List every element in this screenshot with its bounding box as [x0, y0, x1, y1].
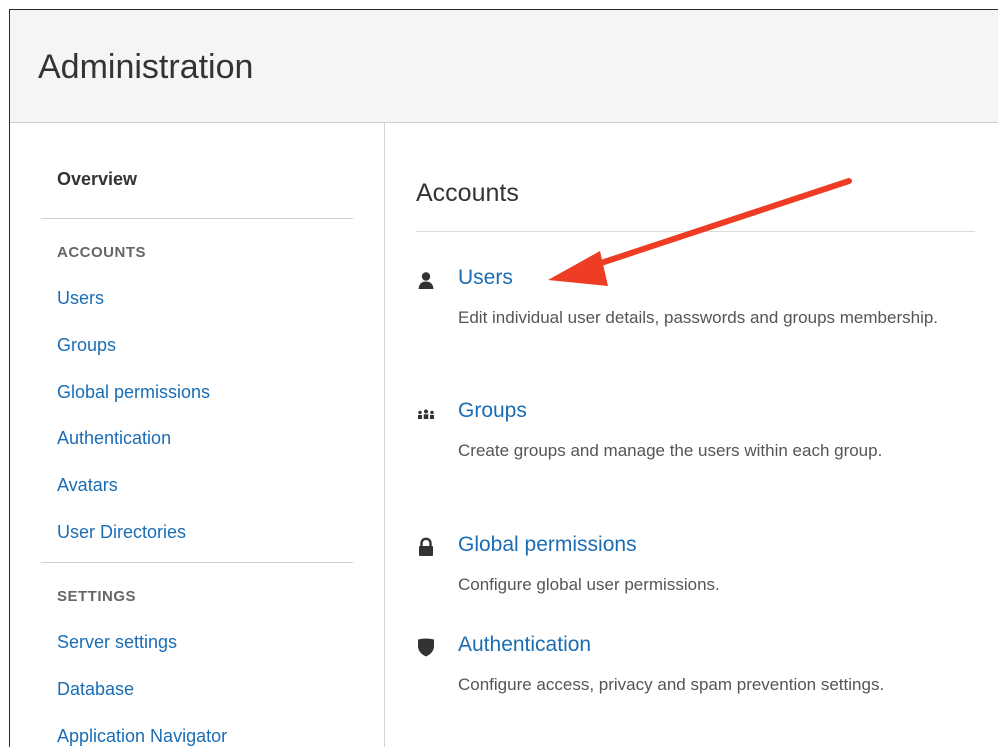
global-permissions-link[interactable]: Global permissions — [458, 533, 637, 557]
main-content: Accounts Users Edit individual user deta… — [385, 123, 998, 747]
sidebar-heading-settings: SETTINGS — [57, 588, 137, 605]
page-title: Administration — [38, 48, 254, 86]
groups-description: Create groups and manage the users withi… — [458, 441, 883, 460]
sidebar-item-user-directories[interactable]: User Directories — [57, 522, 186, 543]
sidebar-heading-accounts: ACCOUNTS — [57, 244, 146, 261]
lock-icon — [419, 537, 433, 556]
groups-icon — [418, 409, 434, 419]
authentication-description: Configure access, privacy and spam preve… — [458, 675, 885, 694]
sidebar-item-authentication[interactable]: Authentication — [57, 428, 171, 449]
sidebar-item-global-permissions[interactable]: Global permissions — [57, 382, 210, 403]
users-link[interactable]: Users — [458, 266, 513, 290]
admin-window: Administration Overview ACCOUNTS Users G… — [9, 9, 998, 747]
sidebar-divider — [41, 218, 353, 219]
sidebar-item-database[interactable]: Database — [57, 679, 134, 700]
sidebar-divider — [41, 562, 353, 563]
users-description: Edit individual user details, passwords … — [458, 308, 939, 327]
page-header: Administration — [10, 10, 998, 123]
global-permissions-description: Configure global user permissions. — [458, 575, 720, 594]
user-icon — [418, 272, 434, 289]
authentication-link[interactable]: Authentication — [458, 633, 591, 657]
shield-icon — [418, 638, 434, 657]
sidebar-item-users[interactable]: Users — [57, 288, 104, 309]
sidebar-item-server-settings[interactable]: Server settings — [57, 632, 177, 653]
section-title: Accounts — [416, 179, 519, 207]
admin-sidebar: Overview ACCOUNTS Users Groups Global pe… — [10, 123, 385, 747]
sidebar-item-application-navigator[interactable]: Application Navigator — [57, 726, 227, 747]
sidebar-item-avatars[interactable]: Avatars — [57, 475, 118, 496]
sidebar-item-groups[interactable]: Groups — [57, 335, 116, 356]
sidebar-item-overview[interactable]: Overview — [57, 169, 137, 190]
groups-link[interactable]: Groups — [458, 399, 527, 423]
section-divider — [416, 231, 975, 232]
